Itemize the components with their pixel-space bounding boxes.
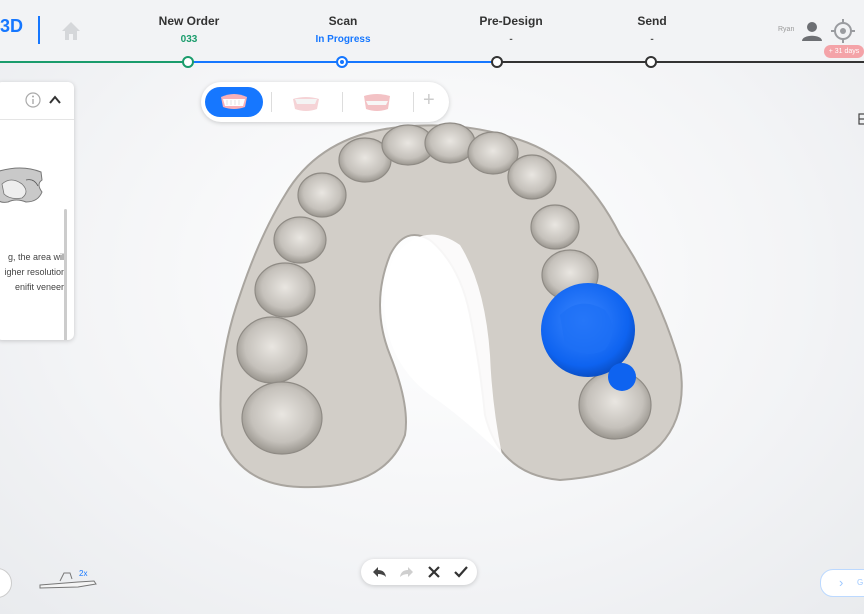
lower-jaw-button[interactable] — [277, 87, 335, 117]
tip-line: igher resolution — [4, 267, 66, 277]
scan-tips-panel: g, the area will igher resolution enifit… — [0, 82, 74, 340]
step-title: Send — [637, 14, 667, 28]
divider — [413, 92, 414, 112]
step-status: - — [650, 34, 654, 45]
panel-header — [0, 82, 74, 120]
scan-tip-illustration — [0, 167, 43, 203]
next-button-label: G — [857, 578, 864, 587]
next-button[interactable]: › G — [820, 569, 864, 597]
days-badge: + 31 days — [824, 45, 864, 58]
logo-divider — [38, 16, 40, 44]
target-icon[interactable] — [830, 18, 856, 44]
app-logo: 3D — [0, 16, 24, 36]
progress-track-pending — [497, 61, 864, 63]
divider — [271, 92, 272, 112]
step-status: In Progress — [315, 34, 371, 45]
step-node-pre-design — [491, 56, 503, 68]
step-node-scan — [336, 56, 348, 68]
user-name: Ryan — [778, 26, 795, 33]
check-icon[interactable] — [453, 564, 469, 580]
close-icon[interactable] — [426, 564, 442, 580]
add-scan-button[interactable]: + — [423, 89, 435, 112]
step-title: Pre-Design — [479, 14, 543, 28]
action-toolbar — [361, 559, 477, 585]
divider — [342, 92, 343, 112]
step-title: Scan — [328, 14, 358, 28]
upper-jaw-icon — [221, 94, 247, 109]
step-pre-design[interactable]: Pre-Design - — [451, 14, 571, 45]
panel-toggle-icon[interactable] — [855, 112, 864, 126]
tip-line: enifit veneer, — [14, 282, 66, 292]
progress-track-done — [0, 61, 188, 63]
chevron-up-icon[interactable] — [48, 94, 62, 106]
step-node-send — [645, 56, 657, 68]
info-icon[interactable] — [25, 92, 41, 108]
step-send[interactable]: Send - — [592, 14, 712, 45]
top-bar: 3D New Order 033 Scan In Progress Pre-De… — [0, 0, 864, 62]
bite-button[interactable] — [348, 87, 406, 117]
scan-tip-text: g, the area will igher resolution enifit… — [0, 250, 66, 295]
scanner-speed-label: 2x — [79, 569, 88, 578]
step-node-new-order — [182, 56, 194, 68]
step-status: 033 — [180, 34, 198, 45]
panel-scrollbar[interactable] — [64, 209, 67, 340]
undo-icon[interactable] — [372, 564, 388, 580]
bite-icon — [364, 94, 390, 111]
home-icon[interactable] — [59, 19, 83, 43]
step-title: New Order — [158, 14, 220, 28]
dental-arch-model[interactable] — [210, 115, 700, 505]
tip-line: g, the area will — [7, 252, 66, 262]
redo-icon[interactable] — [398, 564, 414, 580]
lower-jaw-icon — [293, 97, 319, 111]
scanner-icon[interactable] — [38, 569, 98, 593]
step-scan[interactable]: Scan In Progress — [283, 14, 403, 45]
upper-jaw-button[interactable] — [205, 87, 263, 117]
step-new-order[interactable]: New Order 033 — [129, 14, 249, 45]
step-status: - — [509, 34, 513, 45]
back-circle-button[interactable] — [0, 568, 12, 598]
chevron-right-icon: › — [839, 575, 844, 590]
user-icon[interactable] — [800, 20, 824, 42]
